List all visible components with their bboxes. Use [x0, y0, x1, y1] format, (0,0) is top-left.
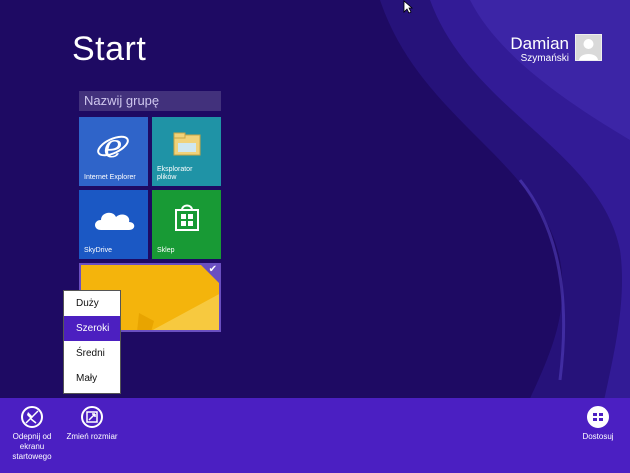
- menu-item-wide[interactable]: Szeroki: [64, 316, 120, 341]
- tile-label: Eksplorator plików: [157, 166, 193, 181]
- customize-icon: [587, 406, 609, 428]
- checkmark-icon: ✔: [208, 264, 217, 275]
- unpin-icon: [21, 406, 43, 428]
- svg-text:e: e: [104, 129, 123, 163]
- unpin-label: Odepnij od ekranu startowego: [12, 432, 52, 461]
- tile-store[interactable]: Sklep: [152, 190, 221, 259]
- menu-item-medium[interactable]: Średni: [64, 341, 120, 366]
- avatar[interactable]: [575, 34, 602, 61]
- internet-explorer-icon: e: [97, 129, 129, 163]
- mouse-cursor-icon: [403, 0, 413, 14]
- resize-label: Zmień rozmiar: [66, 432, 118, 441]
- menu-item-large[interactable]: Duży: [64, 291, 120, 316]
- unpin-button[interactable]: Odepnij od ekranu startowego: [2, 406, 62, 462]
- tile-internet-explorer[interactable]: e Internet Explorer: [79, 117, 148, 186]
- tile-label: Internet Explorer: [84, 174, 136, 181]
- resize-icon: [81, 406, 103, 428]
- start-title: Start: [72, 30, 147, 68]
- file-explorer-icon: [173, 132, 201, 156]
- customize-label: Dostosuj: [582, 432, 614, 441]
- tile-label: Sklep: [157, 247, 175, 254]
- user-silhouette-icon: [579, 39, 598, 60]
- resize-button[interactable]: Zmień rozmiar: [62, 406, 122, 442]
- customize-button[interactable]: Dostosuj: [568, 406, 628, 442]
- store-bag-icon: [175, 204, 199, 231]
- resize-menu: Duży Szeroki Średni Mały: [63, 290, 121, 394]
- skydrive-cloud-icon: [95, 212, 135, 230]
- menu-item-small[interactable]: Mały: [64, 366, 120, 391]
- user-account[interactable]: Damian Szymański: [510, 34, 602, 65]
- group-name-field[interactable]: Nazwij grupę: [79, 91, 221, 111]
- tile-file-explorer[interactable]: Eksplorator plików: [152, 117, 221, 186]
- user-names: Damian Szymański: [510, 34, 569, 65]
- app-bar: Odepnij od ekranu startowego Zmień rozmi…: [0, 398, 630, 473]
- tile-label: SkyDrive: [84, 247, 113, 254]
- user-first-name: Damian: [510, 34, 569, 53]
- tile-skydrive[interactable]: SkyDrive: [79, 190, 148, 259]
- user-last-name: Szymański: [520, 53, 569, 64]
